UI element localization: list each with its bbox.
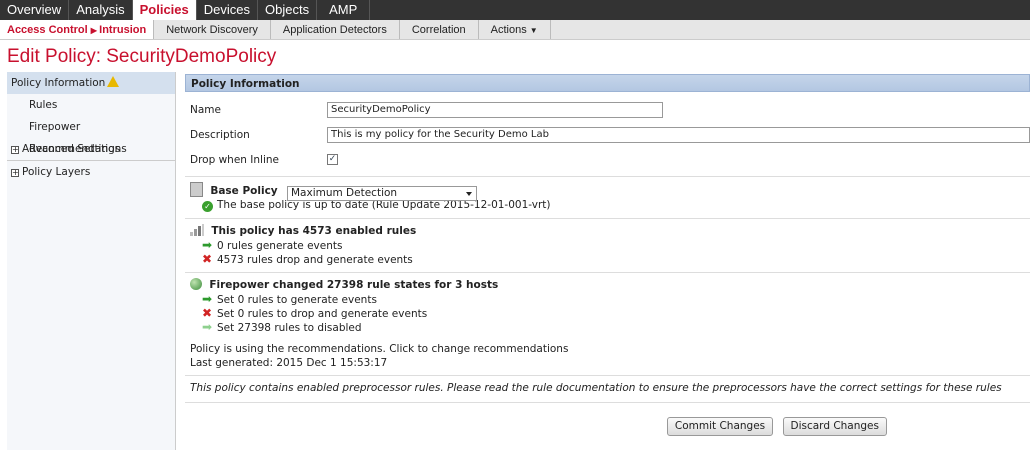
tab-actions-label: Actions [490, 24, 527, 36]
description-label: Description [190, 128, 250, 141]
drop-inline-checkbox[interactable]: ✓ [327, 154, 338, 165]
panel-header: Policy Information [185, 74, 1030, 92]
globe-icon [190, 278, 202, 290]
recommendation-link[interactable]: Policy is using the recommendations. Cli… [190, 342, 1030, 356]
sidebar-item-policy-information[interactable]: Policy Information [7, 72, 175, 94]
expand-icon[interactable]: + [11, 146, 19, 154]
breadcrumb-arrow-icon: ▶ [90, 26, 100, 35]
nav-amp[interactable]: AMP [317, 0, 371, 20]
page-title: Edit Policy: SecurityDemoPolicy [7, 46, 277, 67]
rules-generate-text: 0 rules generate events [217, 240, 343, 252]
firepower-generate-text: Set 0 rules to generate events [217, 294, 377, 306]
firepower-title: Firepower changed 27398 rule states for … [209, 279, 499, 291]
name-label: Name [190, 103, 221, 116]
rules-drop-text: 4573 rules drop and generate events [217, 254, 413, 266]
sidebar: Policy Information Rules Firepower Recom… [7, 72, 176, 450]
warning-icon [107, 76, 120, 87]
bar-chart-icon [190, 224, 204, 236]
sidebar-item-label: Advanced Settings [22, 143, 121, 155]
check-circle-icon: ✓ [202, 201, 213, 212]
preprocessor-note: This policy contains enabled preprocesso… [185, 375, 1030, 398]
nav-policies[interactable]: Policies [132, 0, 197, 20]
nav-objects[interactable]: Objects [258, 0, 318, 20]
nav-overview[interactable]: Overview [0, 0, 70, 20]
sidebar-item-label: Policy Information [11, 77, 106, 89]
tab-intrusion-label[interactable]: Intrusion [99, 24, 146, 36]
light-green-arrow-icon: ➡ [202, 320, 213, 334]
discard-changes-button[interactable]: Discard Changes [782, 417, 887, 436]
tab-actions[interactable]: Actions ▼ [479, 20, 551, 39]
commit-changes-button[interactable]: Commit Changes [666, 417, 774, 436]
button-bar: Commit Changes Discard Changes [185, 402, 1030, 436]
sidebar-item-firepower-recommendations[interactable]: Firepower Recommendations [7, 116, 175, 155]
tab-application-detectors[interactable]: Application Detectors [271, 20, 400, 39]
tab-network-discovery[interactable]: Network Discovery [154, 20, 271, 39]
firepower-section: Firepower changed 27398 rule states for … [185, 272, 1030, 373]
chevron-down-icon: ▼ [529, 26, 538, 35]
rules-section: This policy has 4573 enabled rules ➡ 0 ru… [185, 218, 1030, 269]
drop-inline-row: Drop when Inline ✓ [185, 147, 1030, 172]
firepower-disabled-text: Set 27398 rules to disabled [217, 322, 362, 334]
red-x-icon: ✖ [202, 306, 213, 320]
nav-analysis[interactable]: Analysis [69, 0, 133, 20]
name-field[interactable] [327, 101, 663, 118]
tab-access-control-intrusion[interactable]: Access Control ▶ Intrusion [0, 20, 155, 39]
chevron-down-icon [465, 192, 472, 196]
description-field[interactable] [327, 126, 1030, 143]
name-row: Name [185, 97, 1030, 122]
red-x-icon: ✖ [202, 252, 213, 266]
description-row: Description [185, 122, 1030, 147]
green-arrow-icon: ➡ [202, 292, 213, 306]
drop-inline-label: Drop when Inline [190, 153, 279, 166]
sidebar-item-policy-layers[interactable]: + Policy Layers [7, 161, 175, 183]
sidebar-item-label: Policy Layers [22, 166, 91, 178]
main-panel: Policy Information Name Description Drop… [176, 74, 1030, 450]
top-nav: Overview Analysis Policies Devices Objec… [0, 0, 1030, 20]
base-policy-selected: Maximum Detection [290, 187, 398, 199]
base-policy-select[interactable]: Maximum Detection [286, 186, 477, 201]
sub-nav: Access Control ▶ Intrusion Network Disco… [0, 20, 1030, 40]
green-arrow-icon: ➡ [202, 238, 213, 252]
rules-title: This policy has 4573 enabled rules [211, 225, 417, 237]
sidebar-item-advanced-settings[interactable]: + Advanced Settings [7, 138, 175, 160]
base-policy-section: Base Policy Maximum Detection ✓ The base … [185, 176, 1030, 215]
sidebar-item-rules[interactable]: Rules [7, 94, 175, 116]
policy-document-icon [190, 182, 203, 197]
tab-correlation[interactable]: Correlation [400, 20, 479, 39]
expand-icon[interactable]: + [11, 169, 19, 177]
tab-access-control-label[interactable]: Access Control [7, 24, 88, 36]
base-policy-label: Base Policy [210, 185, 278, 197]
last-generated-text: Last generated: 2015 Dec 1 15:53:17 [190, 357, 388, 369]
nav-devices[interactable]: Devices [197, 0, 258, 20]
firepower-drop-text: Set 0 rules to drop and generate events [217, 308, 428, 320]
